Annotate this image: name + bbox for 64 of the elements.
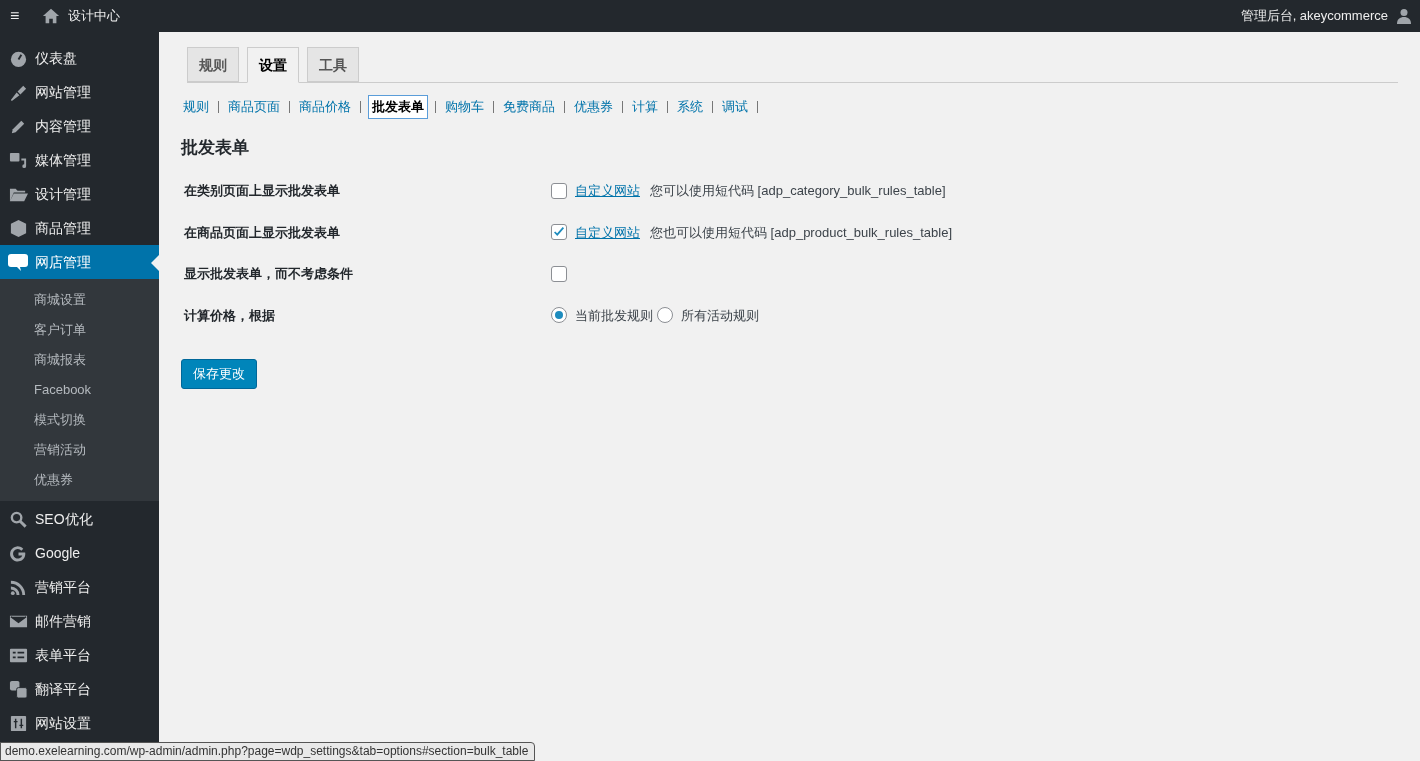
section-link[interactable]: 免费商品: [501, 97, 557, 117]
setting-label: 显示批发表单，而不考虑条件: [183, 265, 354, 283]
section-link[interactable]: 商品价格: [297, 97, 353, 117]
section-link[interactable]: 商品页面: [226, 97, 282, 117]
sidebar-item[interactable]: 邮件营销: [0, 604, 159, 638]
custom-site-link[interactable]: 自定义网站: [575, 181, 640, 201]
menu-pointer-icon: [151, 255, 159, 271]
radio-button[interactable]: [657, 307, 673, 324]
submenu-item[interactable]: 优惠券: [0, 465, 159, 495]
site-title-link[interactable]: 设计中心: [68, 6, 120, 26]
setting-label: 在商品页面上显示批发表单: [183, 223, 341, 242]
submenu-item[interactable]: 客户订单: [0, 315, 159, 345]
section-link[interactable]: 系统: [675, 97, 705, 117]
submenu-item[interactable]: 商城报表: [0, 345, 159, 375]
submenu-item[interactable]: Facebook: [0, 375, 159, 405]
radio-button[interactable]: [551, 307, 567, 324]
submenu-item[interactable]: 模式切换: [0, 405, 159, 435]
media-icon: [8, 150, 28, 170]
sidebar-item[interactable]: 翻译平台: [0, 672, 159, 706]
status-url: demo.exelearning.com/wp-admin/admin.php?page=wdp_settings&tab=options#section=bulk_table: [0, 742, 536, 761]
sidebar-item[interactable]: Google: [0, 536, 159, 570]
checkbox[interactable]: [551, 265, 567, 282]
section-link[interactable]: 规则: [181, 97, 211, 117]
submenu-item[interactable]: 营销活动: [0, 435, 159, 465]
section-link[interactable]: 优惠券: [572, 97, 615, 117]
menu-icon[interactable]: ≡: [10, 8, 24, 24]
sidebar-item[interactable]: 网站管理: [0, 75, 159, 109]
sidebar-item[interactable]: 营销平台: [0, 570, 159, 604]
account-link[interactable]: 管理后台, akeycommerce: [1240, 6, 1388, 26]
sidebar-item[interactable]: 设计管理: [0, 177, 159, 211]
tab[interactable]: 设置: [247, 47, 299, 83]
box-icon: [8, 218, 28, 238]
section-link[interactable]: 调试: [720, 97, 750, 117]
radio-label: 所有活动规则: [681, 306, 759, 325]
g-letter-icon: [8, 543, 28, 563]
sidebar-item[interactable]: 媒体管理: [0, 143, 159, 177]
shortcode-note: 您也可以使用短代码 [adp_product_bulk_rules_table]: [650, 223, 953, 242]
section-link[interactable]: 批发表单: [368, 95, 428, 119]
save-button[interactable]: 保存更改: [181, 359, 257, 389]
sidebar-item[interactable]: 表单平台: [0, 638, 159, 672]
shortcode-note: 您可以使用短代码 [adp_category_bulk_rules_table]: [650, 182, 946, 200]
tab[interactable]: 规则: [187, 47, 239, 82]
custom-site-link[interactable]: 自定义网站: [575, 222, 640, 242]
checkbox[interactable]: [551, 182, 567, 199]
translate-icon: [8, 679, 28, 699]
user-icon: [1396, 8, 1412, 24]
sliders-icon: [8, 713, 28, 733]
sidebar-item[interactable]: 网店管理: [0, 245, 159, 279]
setting-label: 在类别页面上显示批发表单: [183, 182, 341, 200]
tab[interactable]: 工具: [307, 47, 359, 82]
setting-label: 计算价格，根据: [183, 306, 276, 325]
sidebar-item[interactable]: SEO优化: [0, 502, 159, 536]
search-icon: [8, 509, 28, 529]
checkbox[interactable]: [551, 224, 567, 241]
radio-label: 当前批发规则: [575, 306, 653, 325]
sidebar-item[interactable]: 网站设置: [0, 706, 159, 740]
sidebar-item[interactable]: 内容管理: [0, 109, 159, 143]
sidebar-item[interactable]: 仪表盘: [0, 41, 159, 75]
section-heading: 批发表单: [181, 136, 250, 159]
section-link[interactable]: 购物车: [443, 97, 486, 117]
sidebar-item[interactable]: 商品管理: [0, 211, 159, 245]
submenu-item[interactable]: 商城设置: [0, 285, 159, 315]
home-icon[interactable]: [42, 7, 60, 25]
section-link[interactable]: 计算: [630, 97, 660, 117]
